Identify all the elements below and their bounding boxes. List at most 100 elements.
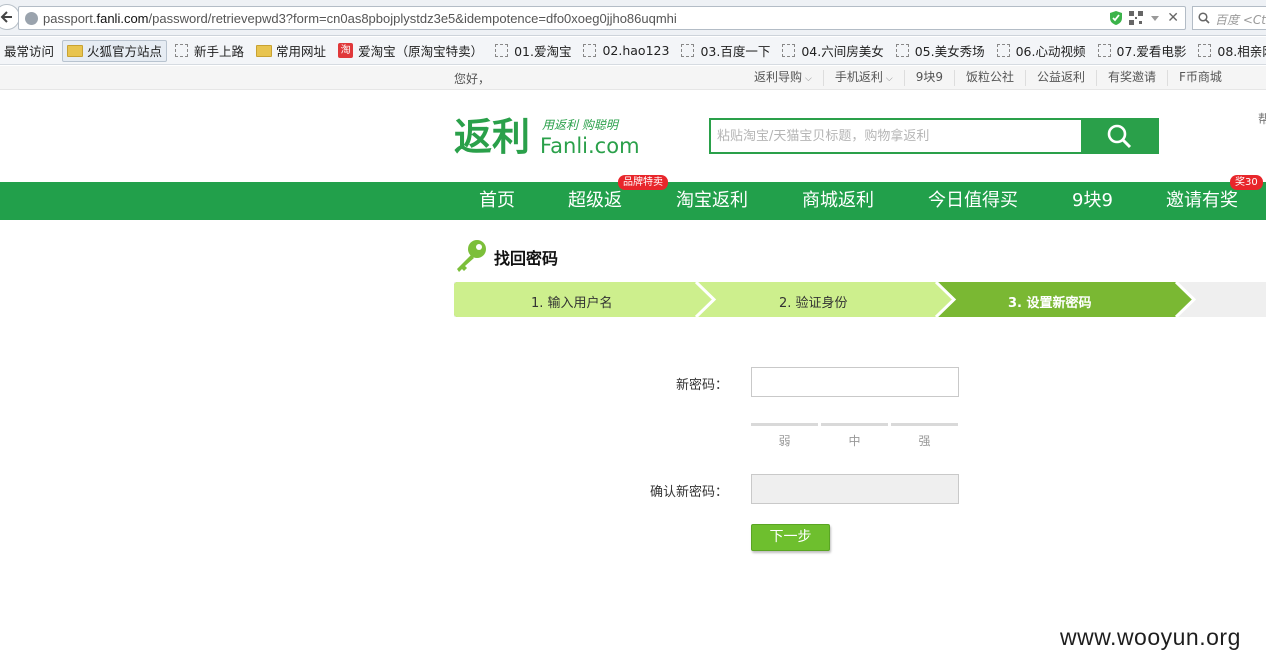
bookmark-label: 新手上路 <box>194 44 245 59</box>
progress-steps: 1. 输入用户名 2. 验证身份 3. 设置新密码 <box>454 282 1266 317</box>
bookmark-item[interactable]: 02.hao123 <box>579 40 673 62</box>
site-search-button[interactable] <box>1081 120 1157 152</box>
site-topbar: 您好， 返利导购 ⌵ 手机返利 ⌵ 9块9 饭粒公社 公益返利 有奖邀请 F币商城 <box>0 66 1266 90</box>
strength-label-weak: 弱 <box>778 434 791 448</box>
page-icon <box>895 44 909 57</box>
brand-sale-badge: 品牌特卖 <box>618 175 668 190</box>
bookmark-label: 火狐官方站点 <box>87 44 163 59</box>
invite-reward-badge: 奖30 <box>1230 175 1263 190</box>
fanli-logo[interactable]: 返利 用返利 购聪明 Fanli.com <box>454 112 654 160</box>
bookmark-label: 02.hao123 <box>602 43 670 58</box>
confirm-password-input[interactable] <box>751 474 959 504</box>
next-step-button[interactable]: 下一步 <box>751 524 830 551</box>
bookmark-item[interactable]: 05.美女秀场 <box>892 40 989 62</box>
search-icon <box>1107 124 1132 149</box>
confirm-password-label: 确认新密码： <box>650 485 729 500</box>
browser-search-box[interactable]: 百度 <Ct <box>1192 6 1266 30</box>
strength-bar-strong <box>891 423 958 426</box>
strength-label-strong: 强 <box>918 434 931 448</box>
browser-search-placeholder: 百度 <Ct <box>1215 13 1266 27</box>
page-icon <box>681 44 695 57</box>
strength-bar-weak <box>751 423 818 426</box>
chevron-down-icon: ⌵ <box>885 74 893 84</box>
main-nav: 首页 超级返 品牌特卖 淘宝返利 商城返利 今日值得买 9块9 邀请有奖 奖30 <box>0 175 1266 220</box>
bookmark-label: 01.爱淘宝 <box>514 44 572 59</box>
browser-toolbar: passport.fanli.com/password/retrievepwd3… <box>0 0 1266 36</box>
key-icon <box>457 240 486 272</box>
page-icon <box>782 44 796 57</box>
logo-slogan: 用返利 购聪明 <box>542 118 620 132</box>
globe-icon <box>25 12 38 25</box>
bookmark-label: 06.心动视频 <box>1015 44 1086 59</box>
search-icon <box>1198 12 1210 24</box>
watermark-text: www.wooyun.org <box>1060 624 1241 650</box>
nav-home[interactable]: 首页 <box>479 182 515 220</box>
bookmark-item[interactable]: 07.爱看电影 <box>1094 40 1191 62</box>
bookmark-item[interactable]: 淘爱淘宝（原淘宝特卖） <box>334 40 487 62</box>
bookmark-item[interactable]: 常用网址 <box>252 40 330 62</box>
topbar-link-fmall[interactable]: F币商城 <box>1168 70 1233 86</box>
strength-bar-medium <box>821 423 888 426</box>
qr-code-icon[interactable] <box>1129 11 1144 25</box>
bookmark-item[interactable]: 06.心动视频 <box>993 40 1090 62</box>
bookmarks-bar: 最常访问 火狐官方站点 新手上路 常用网址淘爱淘宝（原淘宝特卖） 01.爱淘宝 02.ha… <box>0 37 1266 65</box>
bookmark-item[interactable]: 01.爱淘宝 <box>491 40 575 62</box>
topbar-link-invite[interactable]: 有奖邀请 <box>1097 70 1169 86</box>
page-icon <box>583 44 597 57</box>
topbar-link-community[interactable]: 饭粒公社 <box>955 70 1026 86</box>
page-icon <box>175 44 189 57</box>
topbar-links: 返利导购 ⌵ 手机返利 ⌵ 9块9 饭粒公社 公益返利 有奖邀请 F币商城 <box>754 70 1233 86</box>
bookmark-label: 最常访问 <box>4 44 55 59</box>
bookmark-label: 03.百度一下 <box>700 44 771 59</box>
page-icon <box>996 44 1010 57</box>
logo-en-text: Fanli.com <box>540 134 640 158</box>
bookmark-label: 爱淘宝（原淘宝特卖） <box>358 44 484 59</box>
step-2-label: 2. 验证身份 <box>779 296 848 311</box>
bookmark-label: 常用网址 <box>276 44 327 59</box>
step-1-label: 1. 输入用户名 <box>531 296 613 311</box>
page-title: 找回密码 <box>494 249 559 268</box>
bookmark-item[interactable]: 03.百度一下 <box>677 40 774 62</box>
shield-icon[interactable] <box>1109 10 1123 26</box>
address-bar[interactable]: passport.fanli.com/password/retrievepwd3… <box>18 6 1186 30</box>
folder-icon <box>67 44 84 57</box>
nav-taobao-return[interactable]: 淘宝返利 <box>676 182 748 220</box>
help-link-partial[interactable]: 帮 <box>1258 110 1266 127</box>
new-password-label: 新密码： <box>676 378 729 393</box>
page-icon <box>1198 44 1212 57</box>
nav-mall-return[interactable]: 商城返利 <box>802 182 874 220</box>
folder-icon <box>256 44 273 57</box>
nav-daily-deals[interactable]: 今日值得买 <box>928 182 1018 220</box>
step-3-label: 3. 设置新密码 <box>1008 296 1092 311</box>
page-icon <box>1097 44 1111 57</box>
greeting-text: 您好， <box>454 72 491 86</box>
site-search <box>709 118 1159 154</box>
url-text: passport.fanli.com/password/retrievepwd3… <box>43 11 677 26</box>
back-button[interactable] <box>0 4 20 30</box>
nav-9kuai9[interactable]: 9块9 <box>1072 182 1113 220</box>
nav-invite[interactable]: 邀请有奖 <box>1166 182 1238 220</box>
topbar-link-mobile[interactable]: 手机返利 ⌵ <box>824 70 905 86</box>
nav-super-return[interactable]: 超级返 <box>568 182 622 220</box>
topbar-link-9kuai9[interactable]: 9块9 <box>905 70 955 86</box>
bookmark-label: 07.爱看电影 <box>1116 44 1187 59</box>
chevron-down-icon: ⌵ <box>805 74 812 84</box>
topbar-link-guide[interactable]: 返利导购 ⌵ <box>754 70 824 86</box>
bookmark-label: 05.美女秀场 <box>914 44 985 59</box>
logo-cn-text: 返利 <box>454 115 530 159</box>
back-arrow-icon <box>0 11 12 23</box>
page-icon <box>495 44 509 57</box>
strength-label-medium: 中 <box>848 434 861 448</box>
close-icon[interactable]: ✕ <box>1167 10 1179 26</box>
bookmark-label: 08.相亲网 <box>1217 44 1266 59</box>
new-password-input[interactable] <box>751 367 959 397</box>
bookmark-item[interactable]: 08.相亲网 <box>1194 40 1266 62</box>
bookmark-item[interactable]: 火狐官方站点 <box>62 39 168 62</box>
bookmark-item[interactable]: 新手上路 <box>171 40 248 62</box>
topbar-link-charity[interactable]: 公益返利 <box>1026 70 1097 86</box>
bookmark-item[interactable]: 最常访问 <box>0 40 58 62</box>
bookmark-item[interactable]: 04.六间房美女 <box>778 40 887 62</box>
bookmark-label: 04.六间房美女 <box>801 44 884 59</box>
site-search-input[interactable] <box>711 120 1083 152</box>
dropdown-icon[interactable] <box>1149 12 1161 24</box>
